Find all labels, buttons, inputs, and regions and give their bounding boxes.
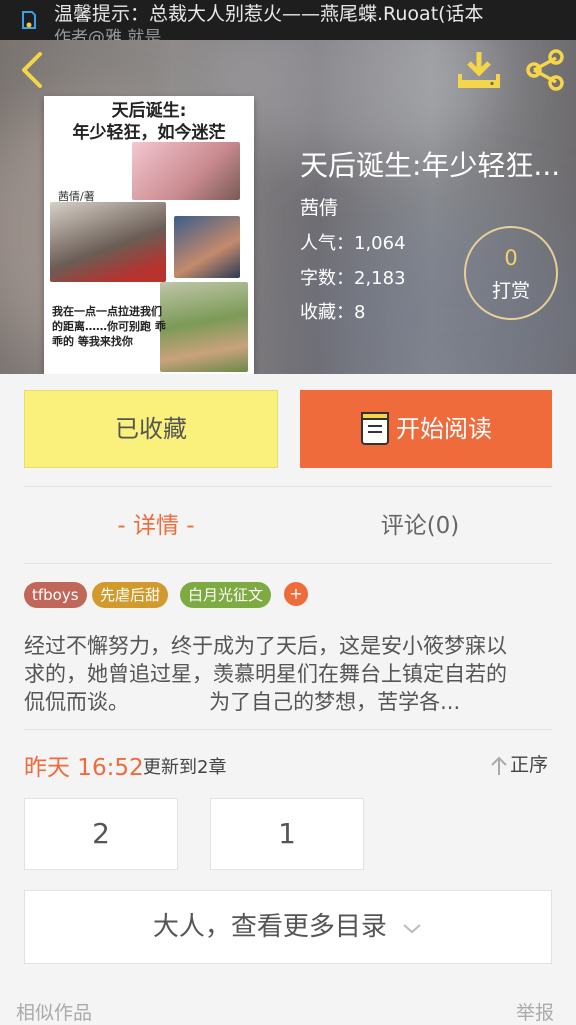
add-tag-button[interactable]: +: [284, 582, 308, 606]
favorites-stat: 收藏：8: [300, 302, 366, 323]
more-toc-button[interactable]: 大人，查看更多目录: [24, 890, 552, 964]
start-reading-label: 开始阅读: [396, 415, 492, 443]
tab-comments[interactable]: 评论(0): [288, 496, 552, 556]
more-toc-label: 大人，查看更多目录: [152, 912, 387, 942]
divider: [24, 729, 552, 730]
book-header: 天后诞生: 年少轻狂，如今迷茫 茜倩/著 我在一点一点拉进我们的距离……你可别跑…: [0, 40, 576, 374]
sort-order-button[interactable]: 正序: [488, 750, 548, 777]
chapter-item[interactable]: 1: [210, 798, 364, 870]
notification-icon: [22, 11, 36, 29]
book-author[interactable]: 茜倩: [300, 193, 338, 220]
reward-button[interactable]: 0 打赏: [464, 226, 558, 320]
start-reading-button[interactable]: 开始阅读: [300, 390, 552, 468]
arrow-up-icon: [491, 756, 507, 775]
tag-nue-hou-tian[interactable]: 先虐后甜: [92, 582, 169, 608]
download-icon[interactable]: [456, 48, 502, 92]
marquee-text: 温馨提示：总裁大人别惹火——燕尾蝶.Ruoat(话本: [54, 3, 484, 25]
back-icon[interactable]: [14, 50, 50, 90]
chapter-item[interactable]: 2: [24, 798, 178, 870]
report-button[interactable]: 举报: [516, 998, 554, 1025]
chevron-down-icon: [403, 923, 421, 933]
cover-photo: [160, 282, 248, 372]
reward-label: 打赏: [491, 280, 530, 302]
similar-works-heading: 相似作品: [16, 1002, 93, 1024]
tab-detail[interactable]: - 详情 -: [24, 496, 288, 556]
tag-tfboys[interactable]: tfboys: [24, 582, 87, 608]
word-count-stat: 字数：2,183: [300, 268, 406, 289]
cover-quote: 我在一点一点拉进我们的距离……你可别跑 乖乖的 等我来找你: [52, 305, 166, 348]
cover-title: 天后诞生: 年少轻狂，如今迷茫: [72, 101, 226, 143]
book-cover[interactable]: 天后诞生: 年少轻狂，如今迷茫 茜倩/著 我在一点一点拉进我们的距离……你可别跑…: [44, 96, 254, 374]
marquee-subtext: 作者@雅 就是: [54, 28, 162, 40]
update-time: 昨天 16:52: [24, 755, 144, 781]
book-title: 天后诞生:年少轻狂...: [300, 149, 561, 182]
divider: [24, 486, 552, 487]
divider: [24, 563, 552, 564]
update-info: 更新到2章: [143, 757, 227, 778]
collected-button[interactable]: 已收藏: [24, 390, 278, 468]
cover-photo: [174, 216, 240, 278]
cover-photo: [132, 142, 240, 200]
synopsis[interactable]: 经过不懈努力，终于成为了天后，这是安小筱梦寐以 求的，她曾追过星，羡慕明星们在舞…: [24, 632, 554, 716]
popularity-stat: 人气：1,064: [300, 233, 406, 254]
status-bar: 温馨提示：总裁大人别惹火——燕尾蝶.Ruoat(话本 作者@雅 就是: [0, 0, 576, 40]
share-icon[interactable]: [522, 48, 568, 92]
book-icon: [361, 412, 389, 445]
cover-photo: [50, 202, 166, 282]
tag-bai-yue-guang[interactable]: 白月光征文: [180, 582, 272, 608]
reward-count: 0: [504, 246, 518, 270]
